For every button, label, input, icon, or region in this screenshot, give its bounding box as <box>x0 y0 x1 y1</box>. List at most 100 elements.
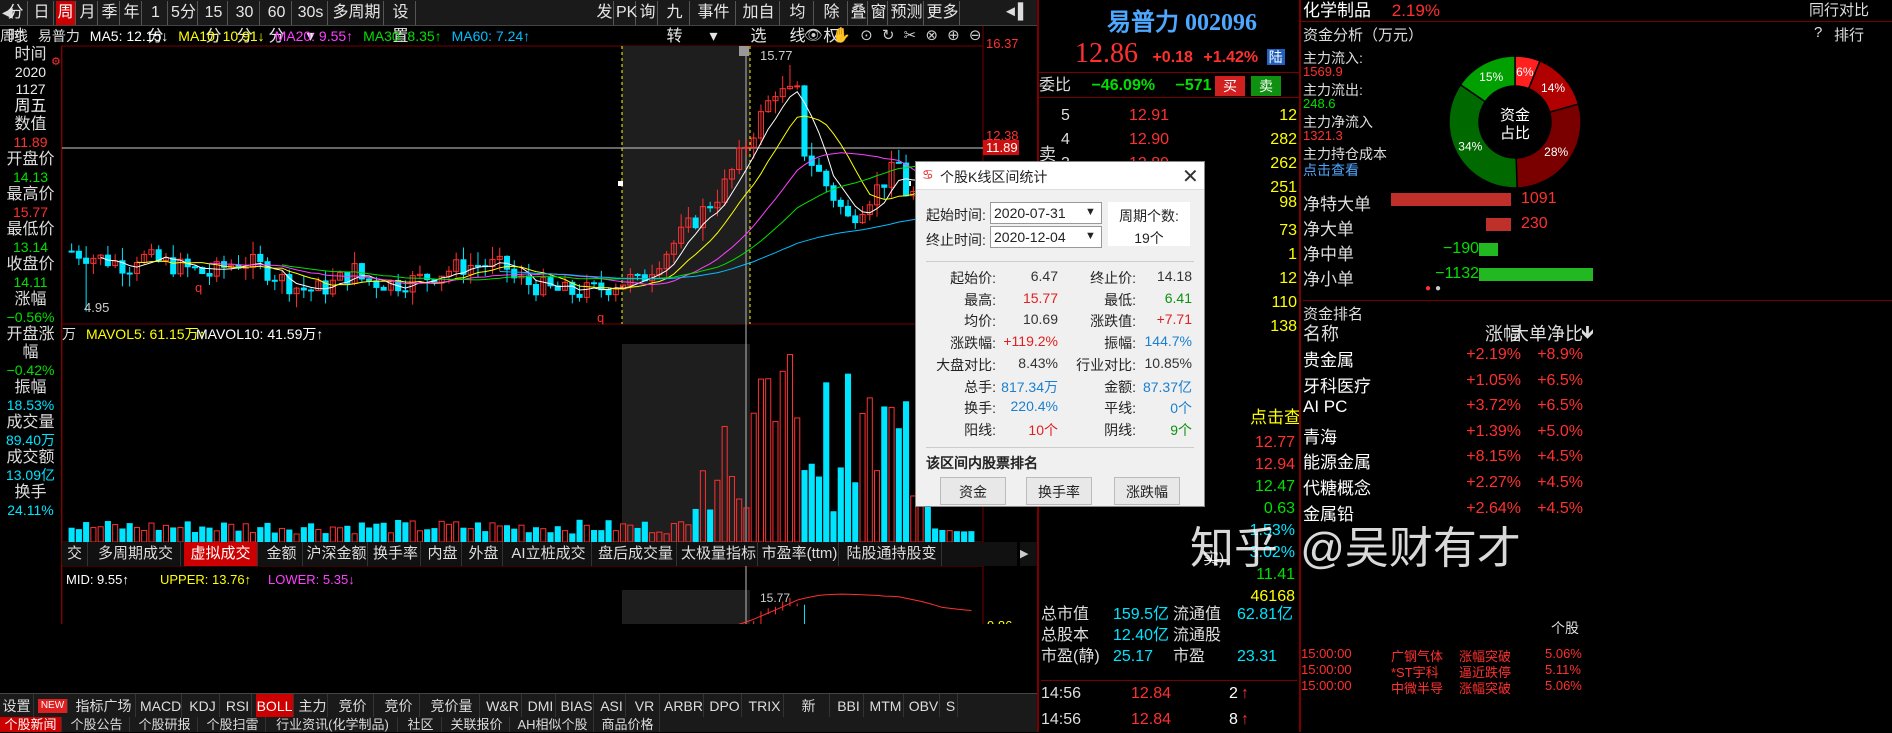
volume-bar <box>895 428 902 543</box>
volume-tab-2[interactable]: 虚拟成交量 <box>184 542 258 566</box>
rank-by-button[interactable]: 换手率 <box>1026 477 1092 505</box>
fund-key: 总市值 <box>1041 606 1090 623</box>
page-dots[interactable]: ● ● <box>1425 283 1441 294</box>
info-tab-4[interactable]: 行业资讯(化学制品) <box>268 717 398 732</box>
peer-compare-link[interactable]: 同行对比 <box>1809 0 1869 22</box>
stock-tab[interactable]: 个股 <box>1551 618 1579 638</box>
net-bar-fill <box>1391 193 1511 206</box>
indicator-tab-13[interactable]: BIAS <box>560 694 594 717</box>
volume-tab-4[interactable]: 沪深金额 <box>306 542 368 566</box>
play-icon[interactable]: ⊙ <box>860 27 873 44</box>
volume-bar <box>830 511 837 543</box>
info-tab-8[interactable]: 商品价格 <box>596 717 660 732</box>
info-tab-1[interactable]: 个股公告 <box>64 717 130 732</box>
rank-row[interactable]: 能源金属 +8.15% +4.5% <box>1301 446 1892 472</box>
sector-name[interactable]: 化学制品 <box>1303 1 1371 20</box>
volume-tab-11[interactable]: 市盈率(ttm) <box>761 542 839 566</box>
indicator-tab-16[interactable]: ARBR <box>664 694 704 717</box>
kline-chart-area[interactable]: 15.774.95qq16.3712.3811.89万 MAVOL5: 61.15… <box>0 0 1037 624</box>
alert-row[interactable]: 15:00:00 中微半导 涨幅突破 5.06% <box>1301 678 1601 696</box>
volume-tab-12[interactable]: 陆股通持股变化 <box>842 542 942 566</box>
indicator-tab-15[interactable]: VR <box>630 694 660 717</box>
rank-by-button[interactable]: 涨跌幅 <box>1114 477 1180 505</box>
rank-header-name[interactable]: 名称 <box>1303 320 1339 346</box>
volume-bar <box>264 522 271 543</box>
indicator-tab-3[interactable]: MACD <box>140 694 182 717</box>
volume-tab-7[interactable]: 外盘 <box>465 542 503 566</box>
dialog-title: 个股K线区间统计 <box>940 169 1048 185</box>
stat-label: 大盘对比: <box>936 356 996 373</box>
volume-tab-10[interactable]: 太极量指标 <box>680 542 758 566</box>
ask-row[interactable]: 5 12.91 12 <box>1039 104 1301 128</box>
eye-icon[interactable]: 👁 <box>804 27 823 44</box>
alert-row[interactable]: 15:00:00 *ST宇科 逼近跌停 5.11% <box>1301 662 1601 680</box>
start-time-select[interactable]: 2020-07-31 ▼ <box>990 202 1102 224</box>
ask-row[interactable]: 4 12.90 282 <box>1039 128 1301 152</box>
volume-tabs-more[interactable]: ▶ <box>1020 542 1037 566</box>
kline-candle <box>801 85 808 157</box>
volume-tab-8[interactable]: AI立桩成交量 <box>506 542 592 566</box>
watermark-brand: 知乎 <box>1190 524 1278 573</box>
indicator-tab-8[interactable]: 竞价量 <box>332 694 374 717</box>
buy-button[interactable]: 买 <box>1215 76 1245 96</box>
dialog-close-icon[interactable]: ✕ <box>1182 164 1199 189</box>
info-tab-3[interactable]: 个股扫雷 <box>200 717 266 732</box>
indicator-tab-21[interactable]: MTM <box>868 694 904 717</box>
stat-row: 涨跌幅: +119.2% 振幅: 144.7% <box>916 333 1206 354</box>
indicator-tab-10[interactable]: 竞价量比 <box>424 694 480 717</box>
indicator-tab-6[interactable]: BOLL <box>256 694 294 717</box>
sell-button[interactable]: 卖 <box>1251 76 1281 96</box>
rank-row[interactable]: 贵金属 +2.19% +8.9% <box>1301 344 1892 370</box>
funds-detail-link[interactable]: 点击查看 <box>1303 160 1359 180</box>
indicator-tab-22[interactable]: OBV <box>908 694 940 717</box>
plus-circle-icon[interactable]: ⊕ <box>947 27 960 44</box>
indicator-tab-1[interactable]: NEW <box>38 699 68 713</box>
indicator-tab-9[interactable]: 竞价额 <box>378 694 420 717</box>
rank-row[interactable]: AI PC +3.72% +6.5% <box>1301 395 1892 421</box>
volume-tab-6[interactable]: 内盘 <box>424 542 462 566</box>
range-close-icon[interactable] <box>739 46 749 56</box>
volume-tab-3[interactable]: 金额 <box>261 542 303 566</box>
indicator-tab-2[interactable]: 指标广场 <box>72 694 136 717</box>
indicator-tab-7[interactable]: 主力 <box>298 694 328 717</box>
info-tab-7[interactable]: AH相似个股 <box>512 717 594 732</box>
refresh-icon[interactable]: ↻ <box>882 27 895 44</box>
indicator-tab-5[interactable]: RSI <box>224 694 252 717</box>
rank-row[interactable]: 青海 +1.39% +5.0% <box>1301 421 1892 447</box>
rank-row-name: 牙科医疗 <box>1303 376 1371 396</box>
volume-tab-0[interactable]: 交量 <box>62 542 88 566</box>
cut-icon[interactable]: ✂ <box>904 27 917 44</box>
rank-header-ratio[interactable]: 大单净比 <box>1461 320 1583 346</box>
info-tab-6[interactable]: 关联报价 <box>444 717 510 732</box>
indicator-tab-18[interactable]: TRIX <box>746 694 784 717</box>
range-handle[interactable] <box>618 181 623 186</box>
volume-bar <box>932 528 939 543</box>
rank-by-button[interactable]: 资金 <box>940 477 1006 505</box>
info-tab-5[interactable]: 社区 <box>400 717 442 732</box>
indicator-tab-12[interactable]: DMI <box>526 694 556 717</box>
indicator-tab-19[interactable]: 新DMA <box>788 694 830 717</box>
minus-circle-icon[interactable]: ⊖ <box>969 27 982 44</box>
alert-row[interactable]: 15:00:00 广钢气体 涨幅突破 5.06% <box>1301 646 1601 664</box>
indicator-tab-0[interactable]: 设置 <box>0 694 34 717</box>
rank-link[interactable]: 排行 <box>1834 24 1864 45</box>
info-tab-0[interactable]: 个股新闻 <box>0 717 62 732</box>
volume-tab-9[interactable]: 盘后成交量 <box>595 542 677 566</box>
rank-row[interactable]: 代糖概念 +2.27% +4.5% <box>1301 472 1892 498</box>
indicator-tab-4[interactable]: KDJ <box>186 694 220 717</box>
indicator-tab-14[interactable]: ASI <box>598 694 626 717</box>
indicator-tab-17[interactable]: DPO <box>708 694 742 717</box>
rank-row[interactable]: 牙科医疗 +1.05% +6.5% <box>1301 370 1892 396</box>
indicator-tab-23[interactable]: S <box>944 694 958 717</box>
fund-value: 12.40亿 <box>1113 627 1170 644</box>
close-circle-icon[interactable]: ⊗ <box>925 27 938 44</box>
info-tab-2[interactable]: 个股研报 <box>132 717 198 732</box>
indicator-tab-20[interactable]: BBI <box>834 694 864 717</box>
end-time-select[interactable]: 2020-12-04 ▼ <box>990 226 1102 248</box>
volume-tab-5[interactable]: 换手率 <box>371 542 421 566</box>
indicator-tab-11[interactable]: W&R <box>484 694 522 717</box>
kline-candle <box>366 278 373 282</box>
volume-tab-1[interactable]: 多周期成交量 <box>91 542 181 566</box>
hand-icon[interactable]: ✋ <box>832 27 851 44</box>
help-icon[interactable]: ? <box>1814 24 1822 41</box>
